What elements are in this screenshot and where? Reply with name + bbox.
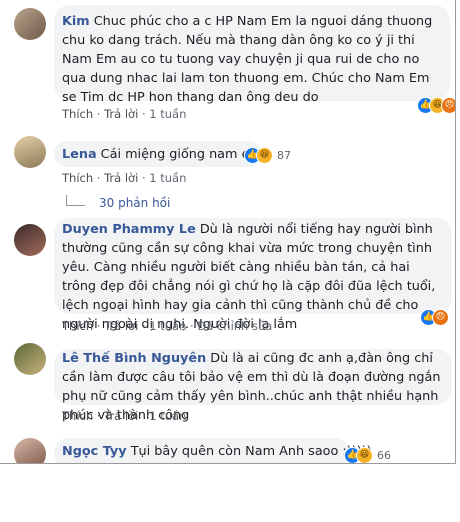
reply-link[interactable]: Trả lời: [104, 107, 138, 121]
avatar[interactable]: [14, 136, 46, 168]
commenter-name[interactable]: Lê Thế Bình Nguyên: [62, 351, 206, 366]
reaction-summary[interactable]: 👍 😠: [420, 309, 449, 326]
commenter-name[interactable]: Ngọc Tyy: [62, 444, 127, 459]
comment-bubble: Ngọc Tyy Tụi bây quên còn Nam Anh saoo :…: [54, 438, 372, 463]
view-replies-link[interactable]: 30 phản hồi: [66, 194, 170, 210]
comment-bubble: Kim Chuc phúc cho a c HP Nam Em la nguoi…: [54, 5, 450, 105]
like-link[interactable]: Thích: [62, 171, 93, 185]
reaction-summary[interactable]: 👍 😆 66: [344, 447, 391, 463]
comment-bubble: Duyen Phammy Le Dù là người nổi tiếng ha…: [54, 218, 452, 332]
comment-actions: Thích · Trả lời · 1 tuần: [62, 171, 187, 185]
comment-text: Kim Chuc phúc cho a c HP Nam Em la nguoi…: [62, 12, 446, 107]
timestamp[interactable]: 1 tuần: [149, 409, 186, 423]
reaction-count: 87: [277, 149, 291, 162]
comment-bubble: Lê Thế Bình Nguyên Dù là ai cũng đc anh …: [54, 349, 452, 423]
commenter-name[interactable]: Duyen Phammy Le: [62, 222, 196, 237]
like-link[interactable]: Thích: [62, 409, 93, 423]
like-link[interactable]: Thích: [62, 319, 93, 333]
commenter-name[interactable]: Kim: [62, 14, 90, 29]
angry-reaction-icon: 😠: [432, 309, 449, 326]
haha-reaction-icon: 😆: [256, 147, 273, 164]
replies-count[interactable]: 30 phản hồi: [99, 196, 170, 210]
avatar[interactable]: [14, 343, 46, 375]
comment-text: Duyen Phammy Le Dù là người nổi tiếng ha…: [62, 220, 446, 334]
timestamp[interactable]: 1 tuần: [149, 107, 186, 121]
comment-actions: Thích · Trả lời · 1 tuần · Đã chỉnh sửa: [62, 319, 273, 333]
comment-body: Tụi bây quên còn Nam Anh saoo :))))): [130, 444, 372, 459]
reaction-count: 66: [377, 449, 391, 462]
comment-actions: Thích · Trả lời · 1 tuần: [62, 409, 187, 423]
comment-body: Chuc phúc cho a c HP Nam Em la nguoi dán…: [62, 14, 433, 105]
haha-reaction-icon: 😆: [356, 447, 373, 463]
edited-label[interactable]: Đã chỉnh sửa: [197, 319, 272, 333]
comment-bubble: Lena Cái miệng giống nam em: [54, 141, 262, 167]
comments-screenshot: Kim Chuc phúc cho a c HP Nam Em la nguoi…: [0, 0, 456, 464]
avatar[interactable]: [14, 8, 46, 40]
angry-reaction-icon: 😠: [441, 97, 455, 114]
commenter-name[interactable]: Lena: [62, 147, 97, 162]
avatar[interactable]: [14, 224, 46, 256]
reply-link[interactable]: Trả lời: [104, 319, 138, 333]
reaction-summary[interactable]: 👍 😆 87: [244, 147, 291, 164]
like-link[interactable]: Thích: [62, 107, 93, 121]
reply-arrow-icon: [66, 194, 85, 206]
timestamp[interactable]: 1 tuần: [149, 171, 186, 185]
comment-actions: Thích · Trả lời · 1 tuần: [62, 107, 187, 121]
comment-text: Lena Cái miệng giống nam em: [62, 145, 262, 164]
reply-link[interactable]: Trả lời: [104, 171, 138, 185]
comment-text: Ngọc Tyy Tụi bây quên còn Nam Anh saoo :…: [62, 442, 372, 461]
reaction-summary[interactable]: 👍 😆 😠: [417, 97, 455, 114]
reply-link[interactable]: Trả lời: [104, 409, 138, 423]
avatar[interactable]: [14, 438, 46, 463]
comment-body: Cái miệng giống nam em: [100, 147, 262, 162]
comment-body: Dù là người nổi tiếng hay người bình thư…: [62, 222, 436, 332]
timestamp[interactable]: 1 tuần: [149, 319, 186, 333]
